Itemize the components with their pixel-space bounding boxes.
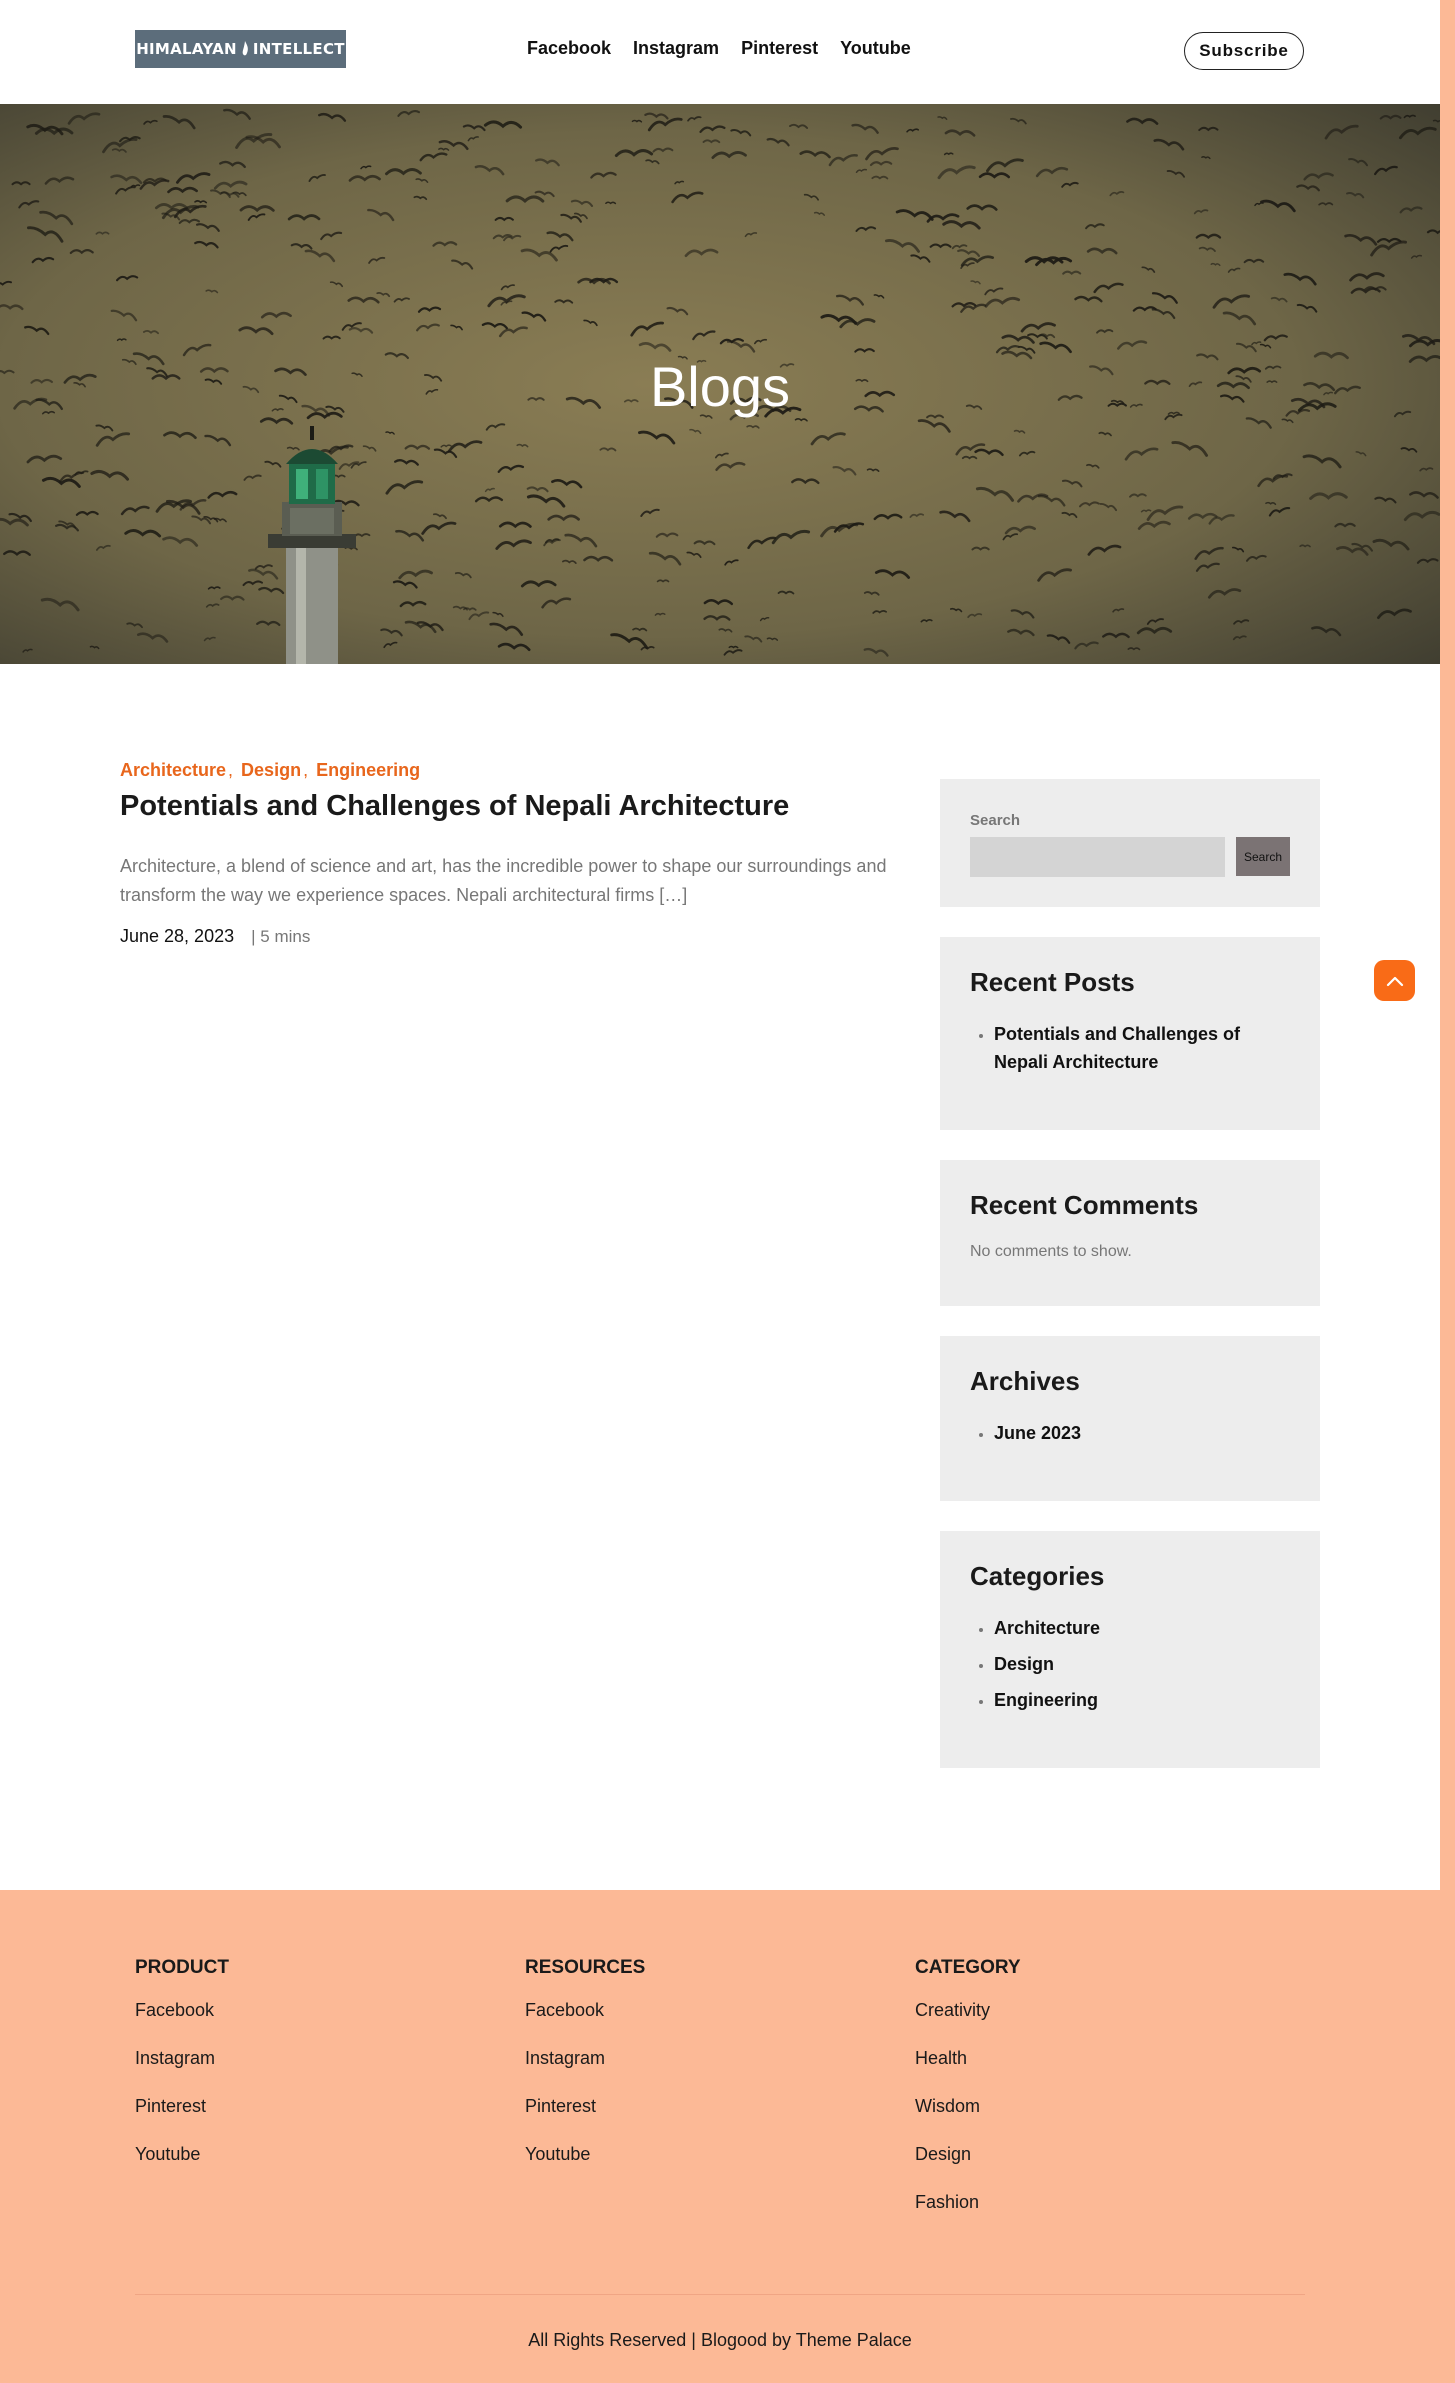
hero-title: Blogs xyxy=(649,355,791,418)
site-logo[interactable]: HIMALAYAN INTELLECT xyxy=(135,30,346,68)
main-nav: Facebook Instagram Pinterest Youtube xyxy=(527,38,911,59)
widget-title: Archives xyxy=(970,1366,1080,1396)
footer-link[interactable]: Health xyxy=(915,2047,1021,2095)
category-link-engineering[interactable]: Engineering xyxy=(316,760,420,780)
footer-link[interactable]: Youtube xyxy=(525,2143,645,2191)
post-meta: June 28, 2023 | 5 mins xyxy=(120,926,310,947)
footer-link[interactable]: Instagram xyxy=(525,2047,645,2095)
recent-comments-widget: Recent Comments No comments to show. xyxy=(940,1160,1320,1306)
hero-banner: Blogs xyxy=(0,104,1440,664)
nav-item-pinterest[interactable]: Pinterest xyxy=(741,38,818,59)
logo-text-left: HIMALAYAN xyxy=(136,40,237,58)
footer-link[interactable]: Fashion xyxy=(915,2191,1021,2239)
archives-list: June 2023 xyxy=(970,1419,1290,1447)
nav-item-facebook[interactable]: Facebook xyxy=(527,38,611,59)
no-comments-text: No comments to show. xyxy=(970,1243,1132,1260)
recent-posts-list: Potentials and Challenges of Nepali Arch… xyxy=(970,1020,1290,1076)
logo-text-right: INTELLECT xyxy=(252,40,345,58)
site-header: HIMALAYAN INTELLECT Facebook Instagram P… xyxy=(0,0,1440,104)
archives-widget: Archives June 2023 xyxy=(940,1336,1320,1501)
subscribe-button[interactable]: Subscribe xyxy=(1184,32,1304,70)
separator: , xyxy=(228,760,234,780)
footer-link[interactable]: Wisdom xyxy=(915,2095,1021,2143)
footer-column-title: PRODUCT xyxy=(135,1957,229,1978)
footer-link[interactable]: Youtube xyxy=(135,2143,229,2191)
widget-title: Recent Comments xyxy=(970,1190,1199,1220)
copyright-text: All Rights Reserved | Blogood by Theme P… xyxy=(528,2330,912,2350)
separator: , xyxy=(303,760,309,780)
recent-post-item[interactable]: Potentials and Challenges of Nepali Arch… xyxy=(994,1020,1290,1076)
search-label: Search xyxy=(970,812,1021,829)
widget-title: Categories xyxy=(970,1561,1105,1591)
nav-item-instagram[interactable]: Instagram xyxy=(633,38,719,59)
nav-item-youtube[interactable]: Youtube xyxy=(840,38,911,59)
footer-link[interactable]: Pinterest xyxy=(135,2095,229,2143)
category-link-architecture[interactable]: Architecture xyxy=(120,760,226,780)
footer-column-product: PRODUCT Facebook Instagram Pinterest You… xyxy=(135,1957,229,2191)
footer-column-title: RESOURCES xyxy=(525,1957,646,1978)
footer-column-resources: RESOURCES Facebook Instagram Pinterest Y… xyxy=(525,1957,645,2191)
search-widget: Search Search xyxy=(940,779,1320,907)
footer-link[interactable]: Instagram xyxy=(135,2047,229,2095)
footer-column-category: CATEGORY Creativity Health Wisdom Design… xyxy=(915,1957,1021,2239)
post-categories: Architecture, Design, Engineering xyxy=(120,760,420,781)
search-input[interactable] xyxy=(970,837,1225,877)
footer-link[interactable]: Facebook xyxy=(135,1999,229,2047)
category-link-design[interactable]: Design xyxy=(241,760,301,780)
categories-list: Architecture Design Engineering xyxy=(970,1614,1290,1714)
recent-posts-widget: Recent Posts Potentials and Challenges o… xyxy=(940,937,1320,1130)
archive-item[interactable]: June 2023 xyxy=(994,1419,1290,1447)
post-excerpt: Architecture, a blend of science and art… xyxy=(120,856,887,905)
chevron-up-icon xyxy=(1386,976,1403,986)
footer-link[interactable]: Pinterest xyxy=(525,2095,645,2143)
category-item-architecture[interactable]: Architecture xyxy=(994,1614,1290,1642)
post-date[interactable]: June 28, 2023 xyxy=(120,926,234,946)
widget-title: Recent Posts xyxy=(970,967,1135,997)
footer-divider xyxy=(135,2294,1305,2295)
post-title[interactable]: Potentials and Challenges of Nepali Arch… xyxy=(120,790,789,823)
footer-column-title: CATEGORY xyxy=(915,1957,1021,1978)
search-button[interactable]: Search xyxy=(1236,837,1290,876)
footer-link[interactable]: Design xyxy=(915,2143,1021,2191)
category-item-design[interactable]: Design xyxy=(994,1650,1290,1678)
scroll-to-top-button[interactable] xyxy=(1374,960,1415,1001)
flame-icon xyxy=(242,41,248,56)
footer-link[interactable]: Creativity xyxy=(915,1999,1021,2047)
footer-link[interactable]: Facebook xyxy=(525,1999,645,2047)
category-item-engineering[interactable]: Engineering xyxy=(994,1686,1290,1714)
read-time: | 5 mins xyxy=(251,927,311,946)
categories-widget: Categories Architecture Design Engineeri… xyxy=(940,1531,1320,1768)
